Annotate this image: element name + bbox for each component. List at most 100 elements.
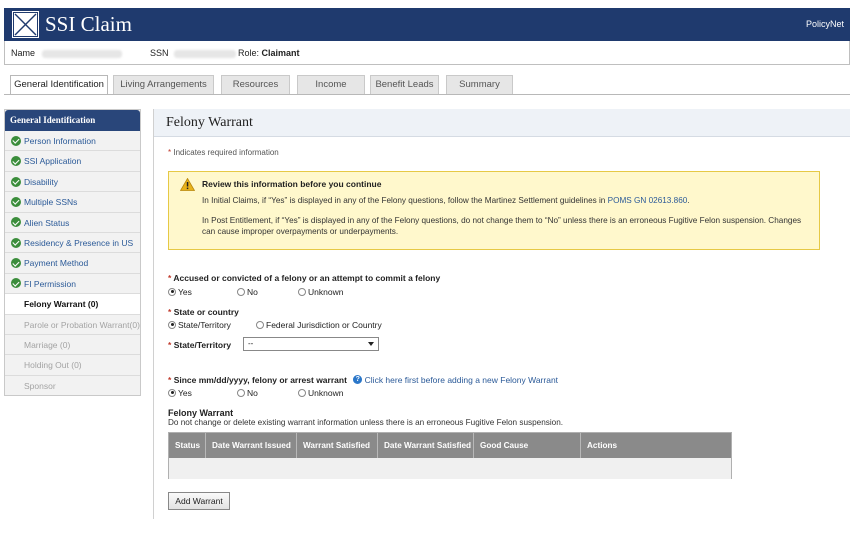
check-circle-icon <box>11 258 21 269</box>
sidebar-item-label: Alien Status <box>24 217 70 228</box>
table-header: Status Date Warrant Issued Warrant Satis… <box>169 433 731 458</box>
check-circle-icon <box>11 135 21 146</box>
tab-living-arrangements[interactable]: Living Arrangements <box>113 75 214 94</box>
q4-yes-option[interactable]: Yes <box>168 388 192 398</box>
alert-p1-text: In Initial Claims, if “Yes” is displayed… <box>202 196 606 205</box>
radio-selected-icon[interactable] <box>168 388 176 397</box>
name-info: Name <box>11 48 122 58</box>
app-header: SSI Claim PolicyNet <box>4 8 850 41</box>
q4-unknown-option[interactable]: Unknown <box>298 388 343 398</box>
option-label: Yes <box>178 287 192 297</box>
q1-yes-option[interactable]: Yes <box>168 287 192 297</box>
sidebar-item-label: Residency & Presence in US <box>24 237 134 248</box>
redacted-name <box>41 49 122 58</box>
role-label: Role: <box>238 48 260 58</box>
q2-federal-option[interactable]: Federal Jurisdiction or Country <box>256 320 382 330</box>
required-mark: * <box>168 307 172 317</box>
page-title: Felony Warrant <box>154 109 850 137</box>
brand-label: PolicyNet <box>805 19 844 29</box>
column-header-warrant-satisfied: Warrant Satisfied <box>297 433 378 458</box>
option-label: No <box>247 287 258 297</box>
sidebar-item-fi-permission[interactable]: FI Permission <box>5 274 140 295</box>
tab-summary[interactable]: Summary <box>446 75 513 94</box>
check-circle-icon <box>11 156 21 167</box>
q1-unknown-option[interactable]: Unknown <box>298 287 343 297</box>
ssn-label: SSN <box>150 48 169 58</box>
sidebar-item-label: Multiple SSNs <box>24 197 78 208</box>
alert-p1-end: . <box>687 196 690 205</box>
question-accused-convicted: * Accused or convicted of a felony or an… <box>168 273 440 283</box>
radio-icon[interactable] <box>237 388 245 397</box>
redacted-ssn <box>174 49 237 58</box>
sidebar-item-person-information[interactable]: Person Information <box>5 131 140 152</box>
question-since-warrant: * Since mm/dd/yyyy, felony or arrest war… <box>168 375 558 385</box>
state-territory-select[interactable]: -- <box>243 337 379 351</box>
help-icon[interactable]: ? <box>353 375 363 385</box>
required-note: * Indicates required information <box>168 148 279 157</box>
alert-post-entitlement-text: In Post Entitlement, if “Yes” is display… <box>202 216 802 236</box>
check-circle-icon <box>11 176 21 187</box>
radio-icon[interactable] <box>298 287 306 296</box>
sidebar-item-parole-probation-warrant: Parole or Probation Warrant(0) <box>5 315 140 335</box>
sidebar-item-label: FI Permission <box>24 278 76 289</box>
felony-warrant-table: Status Date Warrant Issued Warrant Satis… <box>168 432 732 479</box>
sidebar-item-alien-status[interactable]: Alien Status <box>5 213 140 233</box>
column-header-date-issued: Date Warrant Issued <box>206 433 297 458</box>
tab-divider <box>4 94 850 95</box>
check-circle-icon <box>11 196 21 207</box>
radio-icon[interactable] <box>256 320 264 329</box>
add-warrant-button[interactable]: Add Warrant <box>168 492 230 510</box>
question-state-or-country: * State or country <box>168 307 239 317</box>
sidebar-item-felony-warrant[interactable]: Felony Warrant (0) <box>5 294 140 315</box>
option-label: Federal Jurisdiction or Country <box>266 320 382 330</box>
help-link-wrap[interactable]: ? Click here first before adding a new F… <box>353 375 558 385</box>
column-header-date-satisfied: Date Warrant Satisfied <box>378 433 474 458</box>
check-circle-icon <box>11 237 21 248</box>
sidebar-item-ssi-application[interactable]: SSI Application <box>5 151 140 172</box>
required-mark: * <box>168 340 172 350</box>
felony-warrant-note: Do not change or delete existing warrant… <box>168 418 564 427</box>
sidebar: General Identification Person Informatio… <box>4 109 141 396</box>
tab-benefit-leads[interactable]: Benefit Leads <box>370 75 439 94</box>
role-info: Role: Claimant <box>238 48 300 58</box>
q2-state-territory-option[interactable]: State/Territory <box>168 320 231 330</box>
option-label: Unknown <box>308 287 344 297</box>
question-label: Since mm/dd/yyyy, felony or arrest warra… <box>173 375 347 385</box>
radio-icon[interactable] <box>298 388 306 397</box>
sidebar-item-multiple-ssns[interactable]: Multiple SSNs <box>5 192 140 213</box>
select-value: -- <box>248 339 254 348</box>
question-label: Accused or convicted of a felony or an a… <box>173 273 441 283</box>
poms-link[interactable]: POMS GN 02613.860 <box>608 196 688 205</box>
name-label: Name <box>11 48 36 58</box>
tab-income[interactable]: Income <box>297 75 365 94</box>
sidebar-heading: General Identification <box>5 110 140 131</box>
main-panel: Felony Warrant * Indicates required info… <box>153 109 850 519</box>
radio-selected-icon[interactable] <box>168 320 176 329</box>
option-label: State/Territory <box>178 320 231 330</box>
tab-resources[interactable]: Resources <box>221 75 290 94</box>
sidebar-item-label: Disability <box>24 176 59 187</box>
check-circle-icon <box>11 278 21 289</box>
radio-selected-icon[interactable] <box>168 287 176 296</box>
column-header-actions: Actions <box>587 441 618 450</box>
sidebar-item-payment-method[interactable]: Payment Method <box>5 253 140 274</box>
required-mark: * <box>168 273 172 283</box>
sidebar-item-marriage: Marriage (0) <box>5 335 140 356</box>
sidebar-item-disability[interactable]: Disability <box>5 172 140 193</box>
required-note-text: Indicates required information <box>173 148 279 157</box>
question-label: State/Territory <box>173 340 232 350</box>
tab-general-identification[interactable]: General Identification <box>10 75 108 95</box>
help-link[interactable]: Click here first before adding a new Fel… <box>365 375 558 385</box>
q1-no-option[interactable]: No <box>237 287 258 297</box>
sidebar-item-residency[interactable]: Residency & Presence in US <box>5 233 140 254</box>
ssn-info: SSN <box>150 48 237 58</box>
alert-initial-claims-text: In Initial Claims, if “Yes” is displayed… <box>202 196 690 205</box>
x-box-logo-icon <box>12 11 39 38</box>
check-circle-icon <box>11 217 21 228</box>
required-mark: * <box>168 148 172 157</box>
q4-no-option[interactable]: No <box>237 388 258 398</box>
role-value: Claimant <box>261 48 300 58</box>
radio-icon[interactable] <box>237 287 245 296</box>
claimant-info-bar: Name SSN Role: Claimant <box>4 41 850 65</box>
chevron-down-icon <box>368 342 374 346</box>
